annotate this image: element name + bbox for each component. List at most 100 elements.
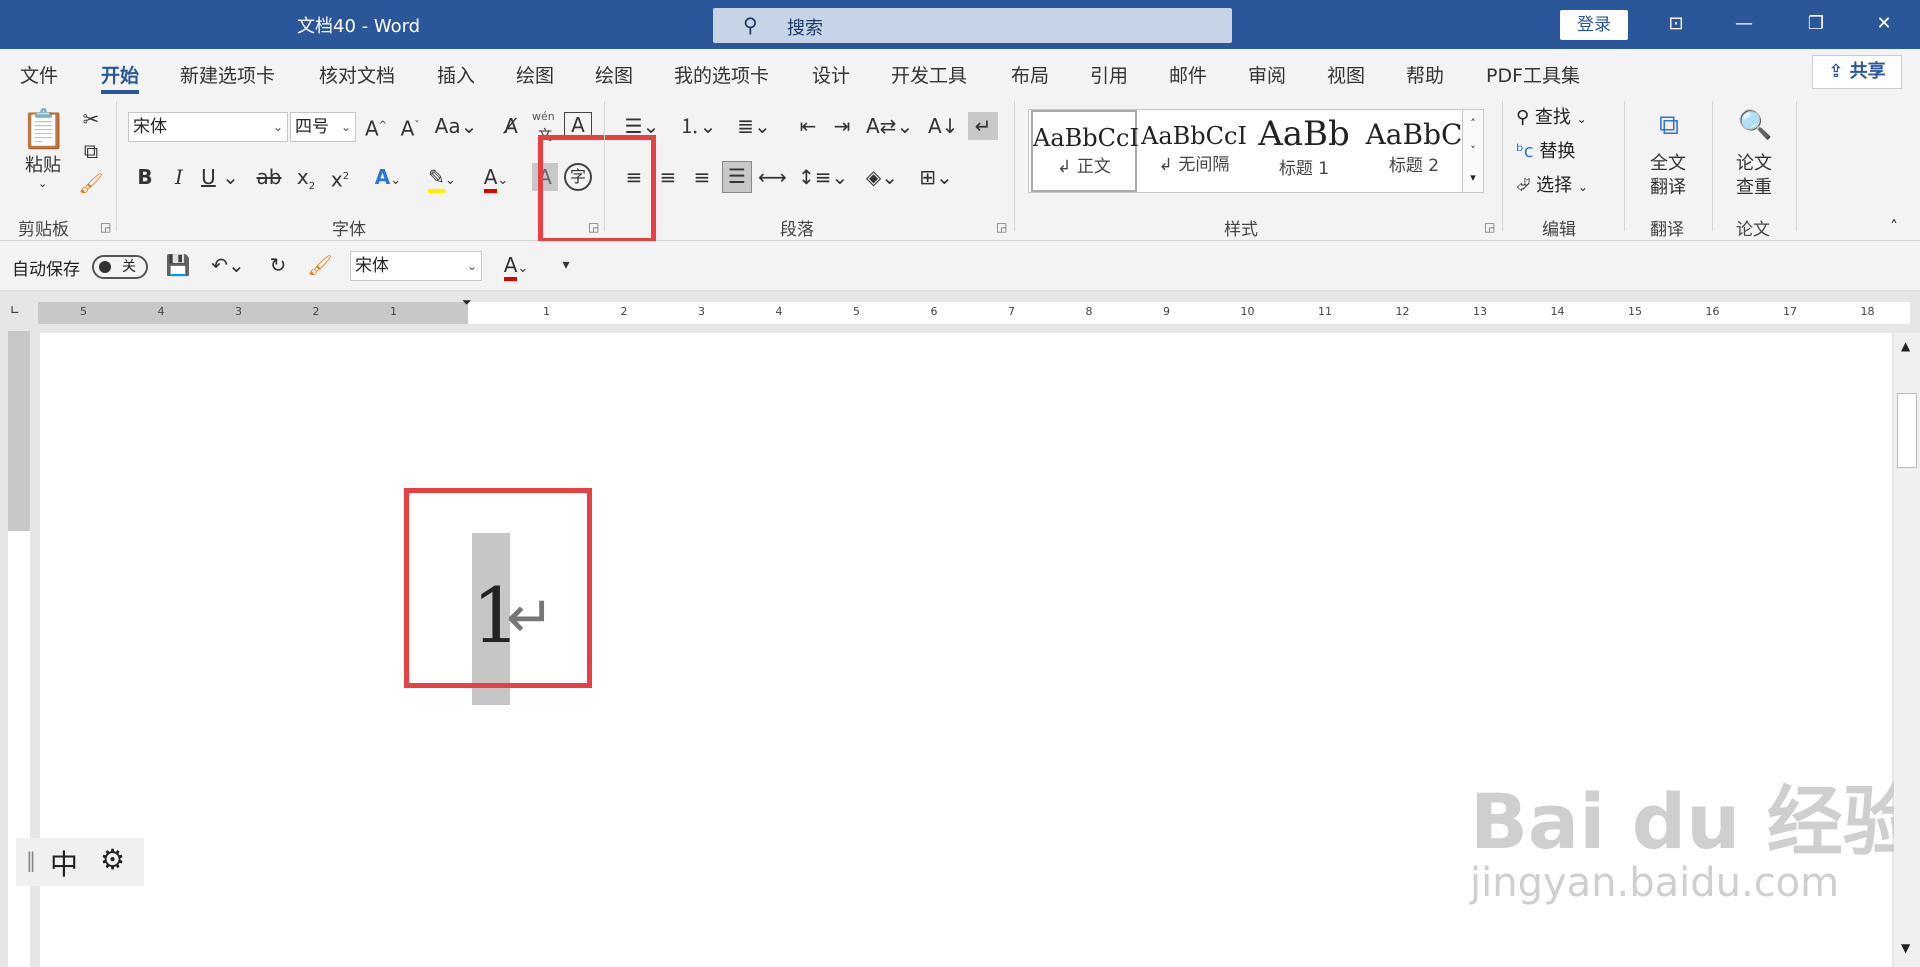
- highlight-icon[interactable]: ✎⌄: [420, 163, 464, 193]
- format-painter-icon[interactable]: 🖌: [76, 169, 106, 197]
- scroll-down-icon[interactable]: ▼: [1901, 941, 1910, 955]
- drag-handle-icon[interactable]: ‖: [26, 848, 36, 872]
- tab-view[interactable]: 视图: [1327, 61, 1365, 88]
- strikethrough-icon[interactable]: ab: [254, 163, 284, 191]
- format-painter-icon[interactable]: 🖌: [306, 251, 334, 279]
- tab-design[interactable]: 设计: [812, 61, 850, 88]
- paste-icon[interactable]: 📋: [20, 105, 67, 153]
- italic-icon[interactable]: I: [166, 163, 192, 191]
- ime-mode[interactable]: 中: [50, 843, 78, 883]
- numbering-icon[interactable]: ⒈⌄: [676, 112, 720, 140]
- clipboard-launcher-icon[interactable]: ◲: [100, 220, 111, 234]
- redo-icon[interactable]: ↻: [264, 251, 292, 279]
- login-button[interactable]: 登录: [1560, 10, 1628, 40]
- scroll-thumb[interactable]: [1897, 393, 1917, 468]
- shrink-font-icon[interactable]: Aˇ: [396, 112, 424, 141]
- collapse-ribbon-icon[interactable]: ˄: [1890, 217, 1898, 236]
- text-effects-icon[interactable]: A⌄: [366, 163, 410, 191]
- line-spacing-icon[interactable]: ↕≡⌄: [798, 163, 848, 191]
- select-button[interactable]: ⮰ 选择 ⌄: [1516, 171, 1588, 197]
- copy-icon[interactable]: ⧉: [76, 137, 106, 165]
- styles-launcher-icon[interactable]: ◲: [1484, 220, 1495, 234]
- sort-icon[interactable]: A↓: [928, 112, 958, 140]
- paper-check-label-2[interactable]: 查重: [1726, 177, 1782, 199]
- scroll-up-icon[interactable]: ▲: [1901, 339, 1910, 353]
- decrease-indent-icon[interactable]: ⇤: [794, 112, 822, 140]
- shading-icon[interactable]: ◈⌄: [860, 163, 904, 191]
- increase-indent-icon[interactable]: ⇥: [828, 112, 856, 140]
- align-center-icon[interactable]: ≡: [654, 163, 682, 191]
- grow-font-icon[interactable]: A^: [362, 112, 390, 141]
- clear-format-icon[interactable]: A̸: [496, 112, 526, 140]
- translate-icon[interactable]: ⧉: [1646, 105, 1692, 145]
- separator: [1624, 101, 1625, 231]
- qat-font-combo[interactable]: 宋体 ⌄: [350, 251, 482, 281]
- show-marks-icon[interactable]: ↵: [968, 112, 998, 140]
- qat-font-color-icon[interactable]: A⌄: [494, 251, 538, 281]
- align-right-icon[interactable]: ≡: [688, 163, 716, 191]
- minimize-icon[interactable]: —: [1724, 8, 1764, 40]
- search-box[interactable]: ⚲ 搜索: [713, 8, 1232, 43]
- subscript-icon[interactable]: x2: [292, 163, 320, 192]
- tab-file[interactable]: 文件: [20, 61, 58, 88]
- align-left-icon[interactable]: ≡: [620, 163, 648, 191]
- tab-help[interactable]: 帮助: [1406, 61, 1444, 88]
- paste-dropdown-icon[interactable]: ⌄: [38, 177, 47, 190]
- tab-proof[interactable]: 核对文档: [319, 61, 395, 88]
- tab-new[interactable]: 新建选项卡: [180, 61, 275, 88]
- font-size-combo[interactable]: 四号 ⌄: [290, 112, 356, 142]
- distributed-icon[interactable]: ⟷: [758, 163, 787, 191]
- tab-references[interactable]: 引用: [1090, 61, 1128, 88]
- full-translate-label[interactable]: 全文: [1640, 153, 1696, 175]
- gear-icon[interactable]: ⚙: [100, 843, 125, 876]
- indent-marker-icon[interactable]: ⏷: [462, 295, 472, 310]
- save-icon[interactable]: 💾: [164, 251, 192, 279]
- style-normal[interactable]: AaBbCcI ↲ 正文: [1031, 110, 1139, 192]
- tab-layout[interactable]: 布局: [1011, 61, 1049, 88]
- paper-check-label[interactable]: 论文: [1726, 153, 1782, 175]
- bold-icon[interactable]: B: [132, 163, 158, 191]
- paper-check-icon[interactable]: 🔍: [1732, 105, 1778, 145]
- restore-icon[interactable]: ❐: [1796, 8, 1836, 40]
- share-button[interactable]: ⇪ 共享: [1812, 55, 1902, 89]
- tab-draw-1[interactable]: 绘图: [516, 61, 554, 88]
- style-no-spacing[interactable]: AaBbCcI ↲ 无间隔: [1141, 110, 1247, 192]
- customize-qat-icon[interactable]: ▾: [554, 251, 578, 279]
- style-heading-2[interactable]: AaBbC 标题 2: [1361, 110, 1467, 192]
- tab-mailings[interactable]: 邮件: [1169, 61, 1207, 88]
- tab-review[interactable]: 审阅: [1248, 61, 1286, 88]
- text-direction-icon[interactable]: A⇄⌄: [866, 112, 913, 140]
- font-color-icon[interactable]: A⌄: [474, 163, 518, 193]
- font-name-combo[interactable]: 宋体 ⌄: [128, 112, 288, 142]
- chevron-up-icon[interactable]: ˄: [1463, 110, 1483, 137]
- styles-scroll[interactable]: ˄ ˅ ▾: [1462, 109, 1484, 193]
- tab-my[interactable]: 我的选项卡: [674, 61, 769, 88]
- replace-button[interactable]: ᵇc 替换: [1516, 137, 1575, 163]
- chevron-down-icon[interactable]: ˅: [1463, 137, 1483, 164]
- underline-icon[interactable]: U ⌄: [200, 163, 240, 191]
- tab-pdf[interactable]: PDF工具集: [1486, 61, 1580, 88]
- tab-developer[interactable]: 开发工具: [891, 61, 967, 88]
- cut-icon[interactable]: ✂: [76, 105, 106, 133]
- tab-draw-2[interactable]: 绘图: [595, 61, 633, 88]
- change-case-icon[interactable]: Aa⌄: [434, 112, 478, 140]
- undo-icon[interactable]: ↶⌄: [206, 251, 250, 279]
- full-translate-label-2[interactable]: 翻译: [1640, 177, 1696, 199]
- paste-label[interactable]: 粘贴: [18, 155, 68, 177]
- justify-icon[interactable]: ☰: [722, 161, 752, 193]
- bullets-icon[interactable]: ☰⌄: [620, 112, 664, 140]
- tab-home[interactable]: 开始: [101, 61, 140, 94]
- multilevel-list-icon[interactable]: ≣⌄: [732, 112, 776, 140]
- paragraph-launcher-icon[interactable]: ◲: [996, 220, 1007, 234]
- ribbon-display-icon[interactable]: ⊡: [1656, 8, 1696, 40]
- more-styles-icon[interactable]: ▾: [1463, 164, 1483, 191]
- autosave-toggle[interactable]: 关: [92, 255, 148, 279]
- borders-icon[interactable]: ⊞⌄: [914, 163, 958, 191]
- vertical-scrollbar[interactable]: ▲ ▼: [1894, 333, 1920, 967]
- style-heading-1[interactable]: AaBb 标题 1: [1251, 110, 1357, 192]
- tab-stop-icon[interactable]: ∟: [10, 303, 28, 321]
- close-icon[interactable]: ✕: [1864, 8, 1904, 40]
- superscript-icon[interactable]: x2: [326, 163, 354, 192]
- find-button[interactable]: ⚲ 查找 ⌄: [1516, 103, 1587, 129]
- tab-insert[interactable]: 插入: [437, 61, 475, 88]
